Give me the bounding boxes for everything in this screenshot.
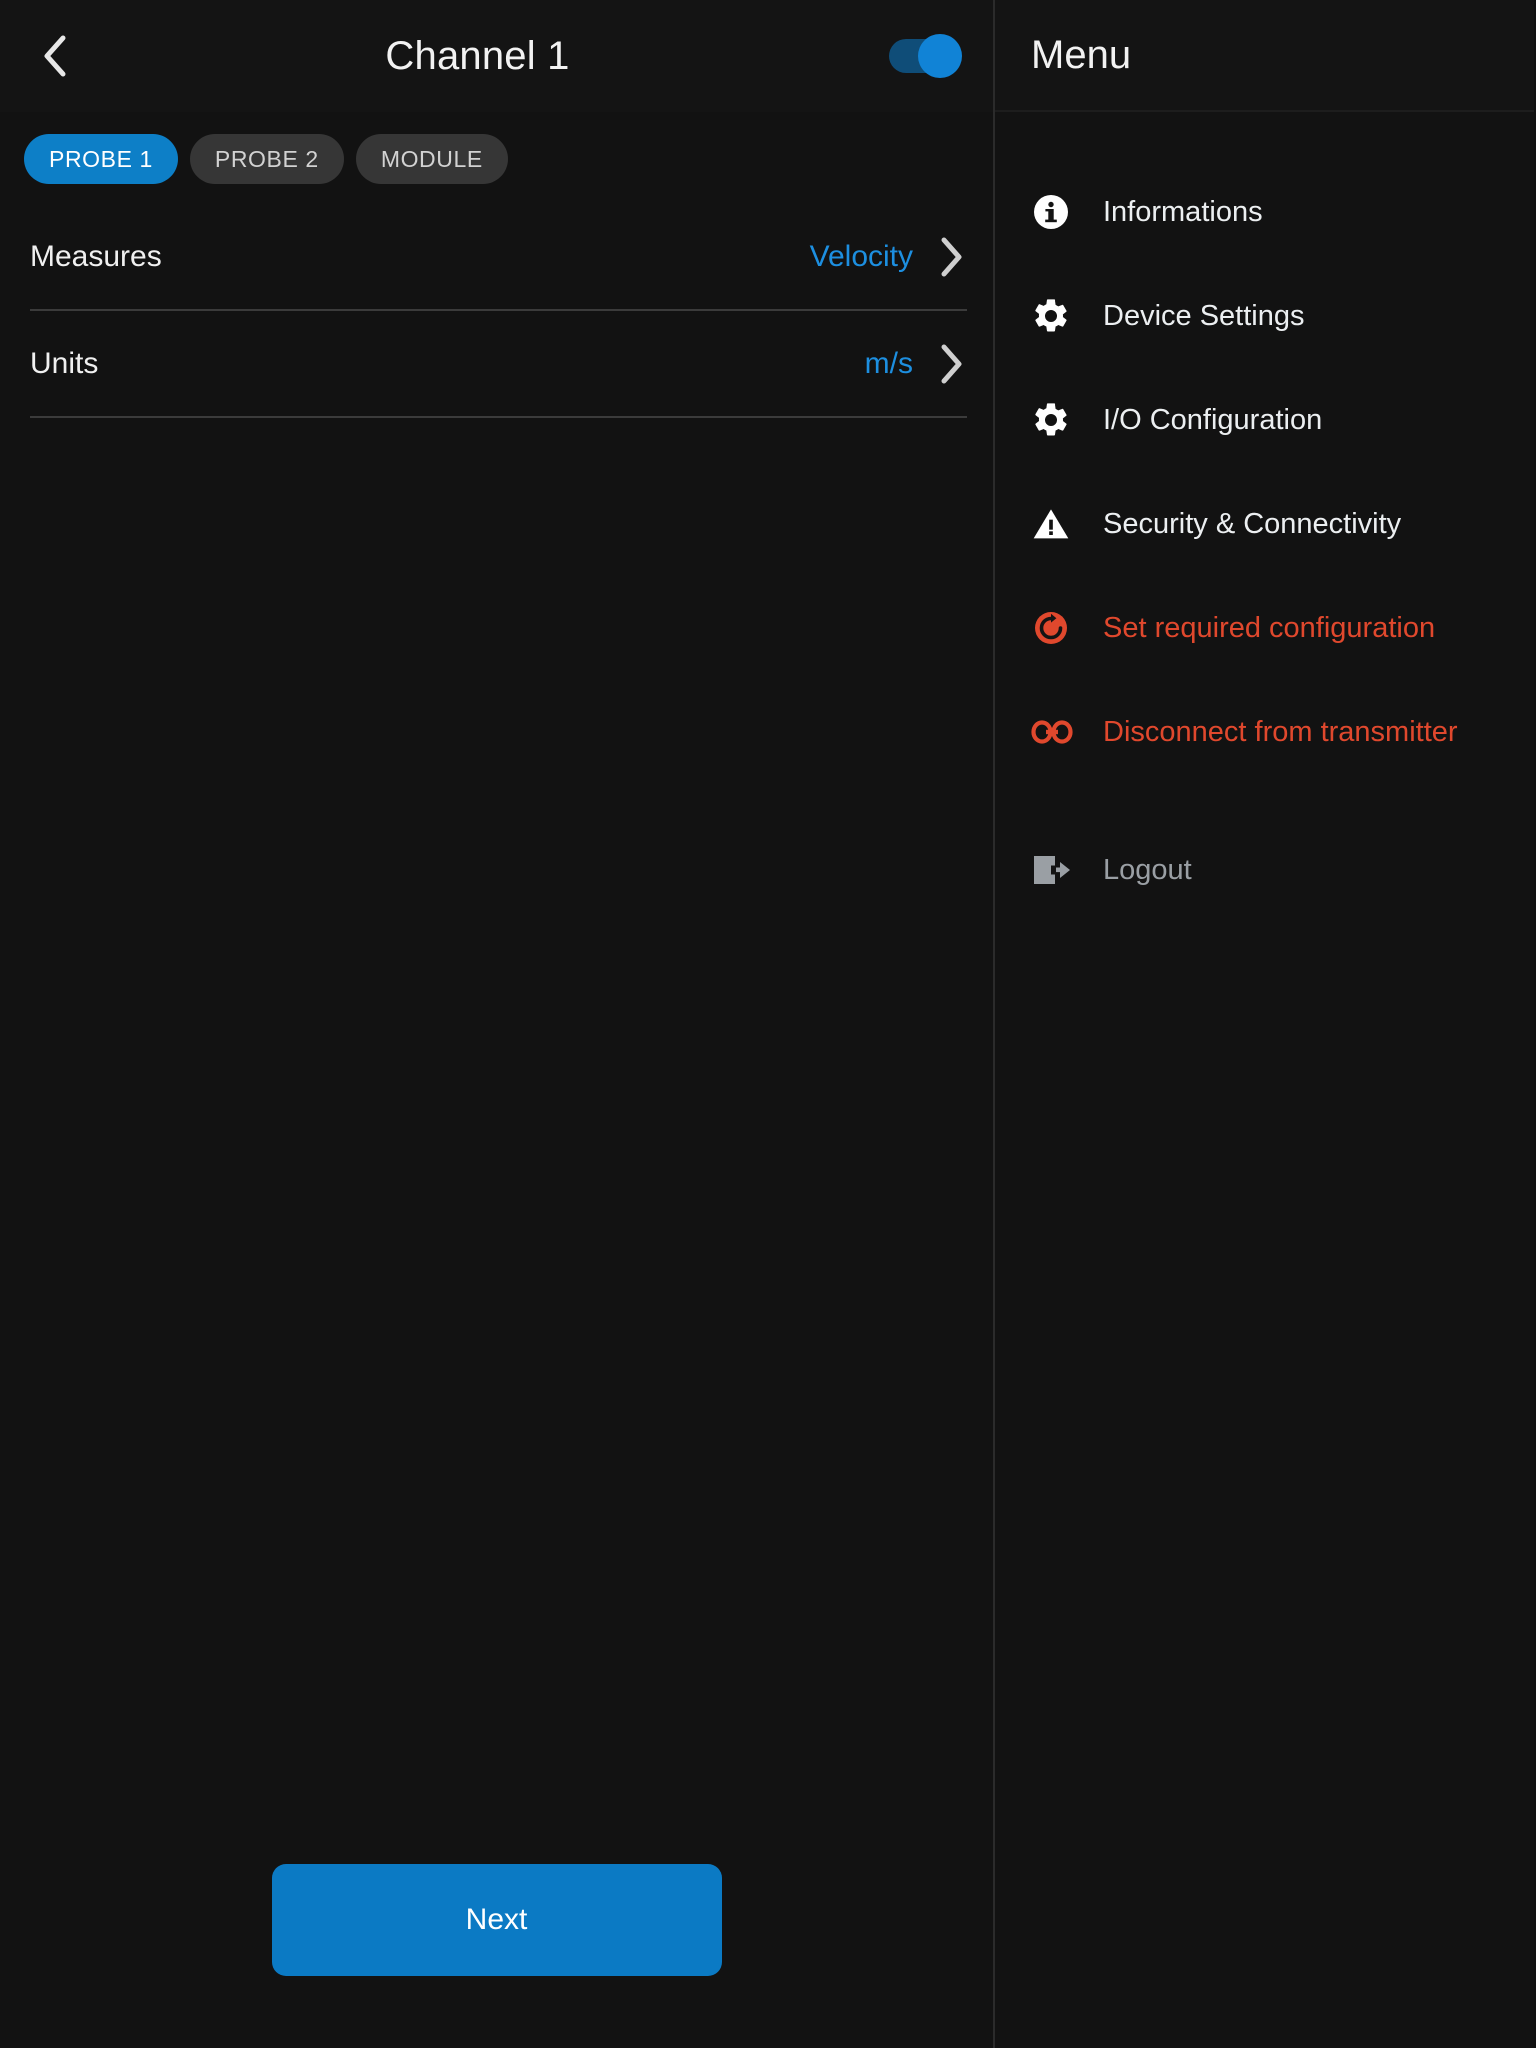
- row-units-value: m/s: [864, 346, 913, 380]
- app-header: Channel 1: [0, 0, 993, 112]
- side-menu-panel: Menu Informations Device Settings I/O Co…: [995, 0, 1534, 2048]
- gear-icon: [1031, 296, 1085, 336]
- menu-item-set-required-configuration[interactable]: Set required configuration: [995, 576, 1534, 680]
- warning-triangle-icon: [1031, 504, 1085, 544]
- menu-item-label: Device Settings: [1103, 299, 1305, 332]
- refresh-circle-icon: [1031, 608, 1085, 648]
- row-measures-value: Velocity: [809, 239, 913, 273]
- footer-bar: Next: [0, 1864, 993, 2048]
- row-measures[interactable]: Measures Velocity: [30, 204, 967, 311]
- logout-icon: [1031, 853, 1085, 887]
- menu-item-disconnect-from-transmitter[interactable]: Disconnect from transmitter: [995, 680, 1534, 784]
- menu-item-logout[interactable]: Logout: [995, 818, 1534, 922]
- tab-probe-1[interactable]: PROBE 1: [24, 134, 178, 184]
- row-units-label: Units: [30, 346, 99, 380]
- menu-item-informations[interactable]: Informations: [995, 160, 1534, 264]
- row-units[interactable]: Units m/s: [30, 311, 967, 418]
- tab-module[interactable]: MODULE: [355, 134, 508, 184]
- toggle-thumb: [918, 34, 962, 78]
- probe-tab-bar: PROBE 1 PROBE 2 MODULE: [0, 112, 993, 204]
- menu-item-label: Set required configuration: [1103, 611, 1436, 644]
- gear-icon: [1031, 400, 1085, 440]
- menu-item-label: Informations: [1103, 195, 1263, 228]
- menu-item-label: I/O Configuration: [1103, 403, 1323, 436]
- channel-config-panel: Channel 1 PROBE 1 PROBE 2 MODULE Measure…: [0, 0, 995, 2048]
- menu-title: Menu: [1031, 32, 1132, 77]
- menu-list: Informations Device Settings I/O Configu…: [995, 112, 1534, 922]
- link-icon: [1031, 717, 1085, 747]
- tab-probe-2[interactable]: PROBE 2: [189, 134, 344, 184]
- row-measures-label: Measures: [30, 239, 162, 273]
- menu-item-label: Disconnect from transmitter: [1103, 715, 1458, 748]
- next-button[interactable]: Next: [271, 1864, 722, 1976]
- page-title: Channel 1: [385, 33, 570, 78]
- menu-item-io-configuration[interactable]: I/O Configuration: [995, 368, 1534, 472]
- settings-list: Measures Velocity Units m/s: [0, 204, 993, 418]
- menu-item-label: Security & Connectivity: [1103, 507, 1402, 540]
- chevron-right-icon: [937, 343, 967, 385]
- menu-item-security-connectivity[interactable]: Security & Connectivity: [995, 472, 1534, 576]
- info-circle-icon: [1031, 192, 1085, 232]
- menu-header: Menu: [995, 0, 1534, 112]
- chevron-right-icon: [937, 236, 967, 278]
- menu-item-device-settings[interactable]: Device Settings: [995, 264, 1534, 368]
- menu-item-label: Logout: [1103, 853, 1192, 886]
- channel-enable-toggle[interactable]: [889, 34, 962, 78]
